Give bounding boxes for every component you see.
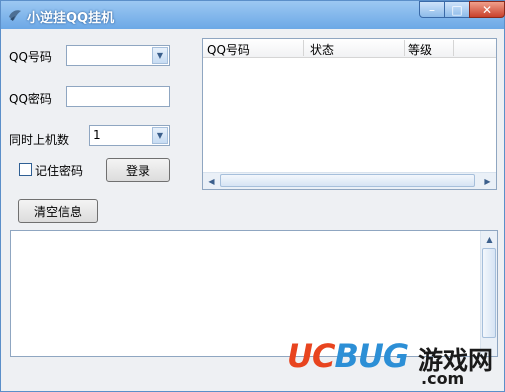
app-icon: [9, 10, 21, 21]
remember-password-checkbox[interactable]: [19, 163, 32, 176]
qq-password-label: QQ密码: [9, 92, 52, 106]
qq-password-input[interactable]: [66, 86, 170, 107]
title-bar[interactable]: 小逆挂QQ挂机 – □ ✕: [1, 1, 505, 29]
window-title: 小逆挂QQ挂机: [27, 11, 115, 26]
clear-info-button[interactable]: 清空信息: [18, 199, 98, 223]
chevron-down-icon[interactable]: ▼: [152, 47, 168, 64]
column-qq-number[interactable]: QQ号码: [207, 41, 250, 58]
arrow-left-icon[interactable]: ◀: [203, 173, 220, 189]
qq-number-label: QQ号码: [9, 50, 52, 64]
qq-number-combo[interactable]: ▼: [66, 45, 170, 66]
scroll-thumb[interactable]: [482, 248, 496, 338]
ucbug-watermark: UCBUG 游戏网 .com: [287, 337, 502, 389]
scroll-thumb[interactable]: [220, 174, 475, 187]
watermark-bug-text: BUG: [334, 337, 409, 375]
account-list[interactable]: QQ号码 状态 等级 ◀ ▶: [202, 38, 497, 190]
simultaneous-label: 同时上机数: [9, 133, 70, 147]
watermark-uc-text: UC: [287, 337, 335, 375]
column-divider[interactable]: [453, 40, 454, 56]
watermark-logo: UCBUG: [287, 337, 409, 375]
maximize-button[interactable]: □: [444, 1, 470, 18]
horizontal-scrollbar[interactable]: ◀ ▶: [203, 172, 496, 189]
watermark-domain: .com: [421, 369, 465, 388]
arrow-up-icon[interactable]: ▲: [481, 231, 498, 247]
simultaneous-value: 1: [93, 128, 101, 142]
login-button[interactable]: 登录: [106, 158, 170, 182]
simultaneous-combo[interactable]: 1 ▼: [89, 125, 170, 146]
column-divider[interactable]: [404, 40, 405, 56]
column-level[interactable]: 等级: [408, 41, 432, 58]
close-button[interactable]: ✕: [469, 1, 505, 18]
column-divider[interactable]: [303, 40, 304, 56]
column-status[interactable]: 状态: [310, 41, 334, 58]
list-header: QQ号码 状态 等级: [203, 39, 496, 58]
main-window: 小逆挂QQ挂机 – □ ✕ QQ号码 ▼ QQ密码 同时上机数 1 ▼ 记住密码…: [0, 0, 505, 392]
arrow-right-icon[interactable]: ▶: [479, 173, 496, 189]
chevron-down-icon[interactable]: ▼: [152, 127, 168, 144]
minimize-button[interactable]: –: [419, 1, 445, 18]
remember-password-label[interactable]: 记住密码: [35, 162, 83, 179]
